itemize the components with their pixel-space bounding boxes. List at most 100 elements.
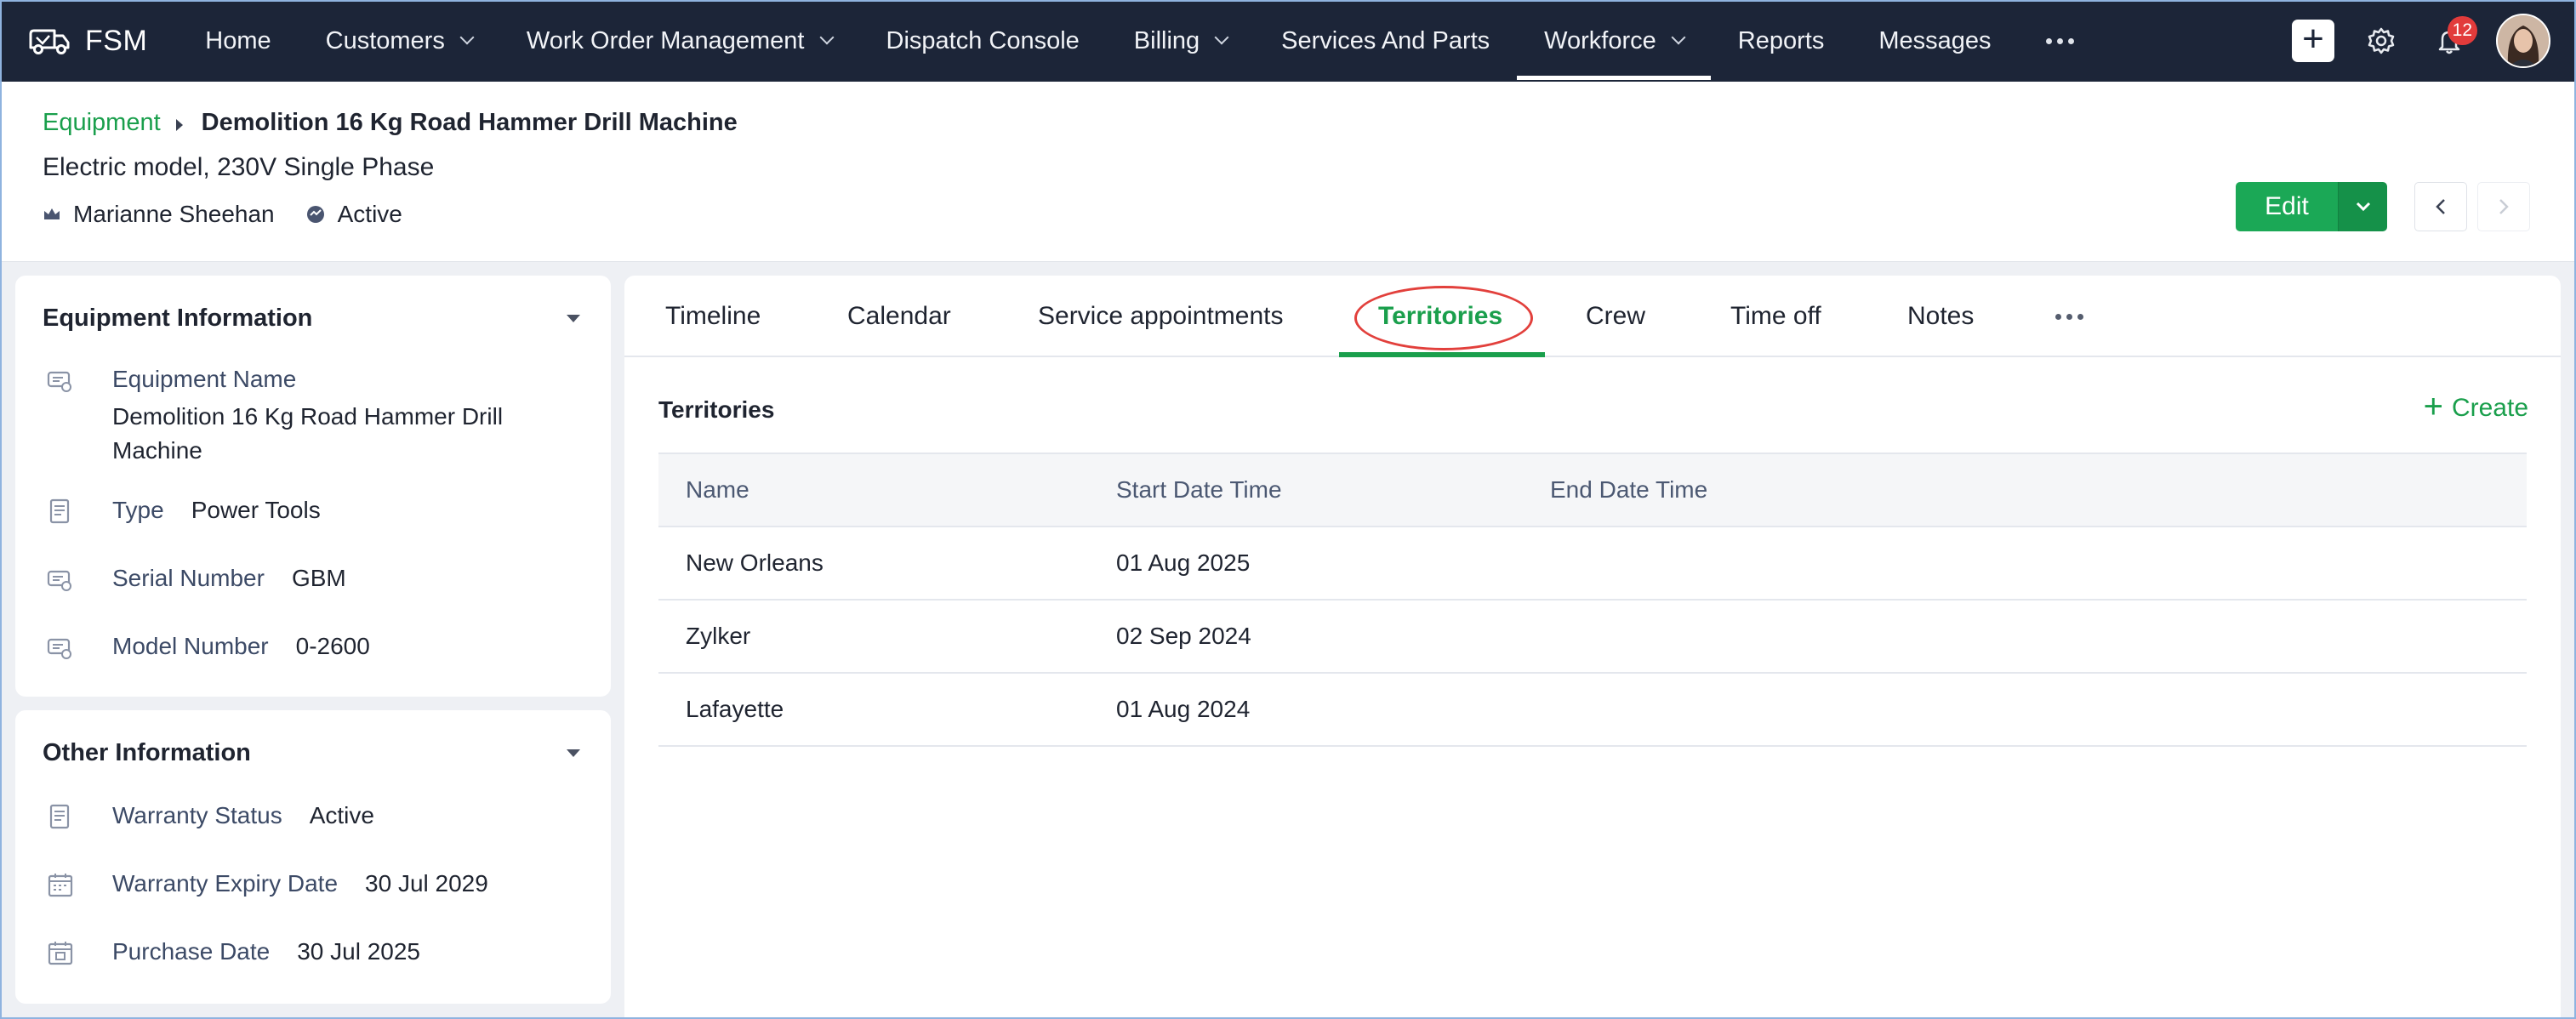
nav-item-label: Workforce [1544,26,1656,54]
other-information-panel: Other Information Warranty Status Active… [15,710,611,1004]
edit-dropdown-button[interactable] [2338,182,2387,231]
tag-icon [47,638,71,659]
notification-count-badge: 12 [2447,16,2477,45]
table-header: Name Start Date Time End Date Time [658,453,2527,527]
gear-icon [2368,27,2395,54]
tab-time-off[interactable]: Time off [1730,276,1821,357]
page-title: Demolition 16 Kg Road Hammer Drill Machi… [201,109,738,136]
main-menu: Home Customers Work Order Management Dis… [178,0,2100,82]
nav-item-label: Home [205,26,271,54]
create-territory-button[interactable]: + Create [2423,388,2528,425]
breadcrumb: Equipment Demolition 16 Kg Road Hammer D… [43,109,738,137]
table-row[interactable]: Lafayette 01 Aug 2024 [658,674,2527,747]
plus-icon: + [2302,18,2324,60]
field-model-number: Model Number 0-2600 [46,633,370,662]
previous-record-button[interactable] [2414,182,2467,231]
field-label: Model Number [112,633,269,659]
tab-service-appointments[interactable]: Service appointments [1038,276,1284,357]
tab-label: Time off [1730,302,1821,330]
settings-button[interactable] [2360,20,2402,62]
field-label: Serial Number [112,565,265,591]
field-label: Purchase Date [112,938,271,965]
next-record-button[interactable] [2477,182,2530,231]
collapse-caret-icon[interactable] [567,315,580,322]
caret-right-icon [175,118,183,131]
territories-table: Name Start Date Time End Date Time New O… [658,453,2527,747]
more-horizontal-icon [2045,37,2074,44]
field-value: 30 Jul 2029 [365,870,488,897]
field-column: Equipment Name Demolition 16 Kg Road Ham… [112,366,555,468]
nav-item-label: Services And Parts [1281,26,1490,54]
field-label: Equipment Name [112,366,297,392]
cell-name: Zylker [686,623,751,649]
chevron-down-icon [459,30,475,45]
chevron-down-icon [819,30,834,45]
tab-more-button[interactable] [2055,276,2083,357]
nav-item-home[interactable]: Home [178,0,298,82]
avatar-image [2498,15,2549,66]
field-label: Warranty Expiry Date [112,870,339,897]
van-icon [29,29,70,54]
record-subtitle: Electric model, 230V Single Phase [43,153,435,181]
tab-crew[interactable]: Crew [1586,276,1645,357]
record-status: Active [305,201,402,228]
column-header-end-date-time[interactable]: End Date Time [1550,454,1707,526]
tab-label: Crew [1586,302,1646,330]
field-value: Power Tools [191,497,321,523]
field-label: Warranty Status [112,802,282,828]
column-header-name[interactable]: Name [686,454,749,526]
owner-name: Marianne Sheehan [73,201,275,227]
nav-item-reports[interactable]: Reports [1711,0,1852,82]
nav-item-services-and-parts[interactable]: Services And Parts [1254,0,1517,82]
field-value: GBM [291,565,346,591]
nav-item-label: Messages [1878,26,1992,54]
plus-icon: + [2423,388,2443,425]
status-icon [306,206,324,223]
create-label: Create [2451,394,2528,422]
table-row[interactable]: New Orleans 01 Aug 2025 [658,527,2527,601]
quick-create-button[interactable]: + [2292,20,2334,62]
tab-territories[interactable]: Territories [1378,276,1502,357]
nav-item-customers[interactable]: Customers [299,0,499,82]
nav-item-label: Work Order Management [526,26,805,54]
tab-label: Service appointments [1038,302,1284,330]
edit-button[interactable]: Edit [2236,182,2338,231]
tab-bar: Timeline Calendar Service appointments T… [624,276,2561,357]
nav-actions: + 12 [2292,0,2550,82]
top-navigation-bar: FSM Home Customers Work Order Management… [0,0,2576,82]
column-header-start-date-time[interactable]: Start Date Time [1116,454,1282,526]
tab-calendar[interactable]: Calendar [847,276,951,357]
table-row[interactable]: Zylker 02 Sep 2024 [658,601,2527,674]
section-title: Territories [658,396,775,423]
collapse-caret-icon[interactable] [567,749,580,757]
nav-item-label: Billing [1133,26,1200,54]
brand-logo[interactable]: FSM [26,0,147,82]
cell-start-date: 01 Aug 2025 [1116,549,1251,576]
nav-item-workforce[interactable]: Workforce [1517,0,1711,82]
chevron-down-icon [1671,30,1686,45]
nav-more-button[interactable] [2019,0,2101,82]
tab-timeline[interactable]: Timeline [665,276,761,357]
nav-item-work-order-management[interactable]: Work Order Management [499,0,859,82]
field-warranty-status: Warranty Status Active [46,802,374,831]
edit-button-group: Edit [2236,182,2387,231]
chevron-left-icon [2436,199,2445,214]
record-meta: Marianne Sheehan Active [43,201,433,228]
notifications-button[interactable]: 12 [2428,16,2477,62]
user-avatar[interactable] [2496,14,2550,68]
nav-item-dispatch-console[interactable]: Dispatch Console [859,0,1107,82]
chevron-down-icon [2356,202,2370,212]
tab-label: Territories [1378,302,1503,330]
active-tab-indicator [1339,352,1545,357]
related-list-panel: Timeline Calendar Service appointments T… [624,276,2561,1019]
breadcrumb-link-equipment[interactable]: Equipment [43,109,161,137]
status-text: Active [337,201,402,227]
tab-notes[interactable]: Notes [1907,276,1974,357]
field-serial-number: Serial Number GBM [46,565,346,594]
field-value: 30 Jul 2025 [297,938,421,965]
more-horizontal-icon [2055,313,2083,320]
field-equipment-name: Equipment Name Demolition 16 Kg Road Ham… [46,366,555,468]
field-label: Type [112,497,164,523]
nav-item-billing[interactable]: Billing [1107,0,1254,82]
nav-item-messages[interactable]: Messages [1851,0,2018,82]
